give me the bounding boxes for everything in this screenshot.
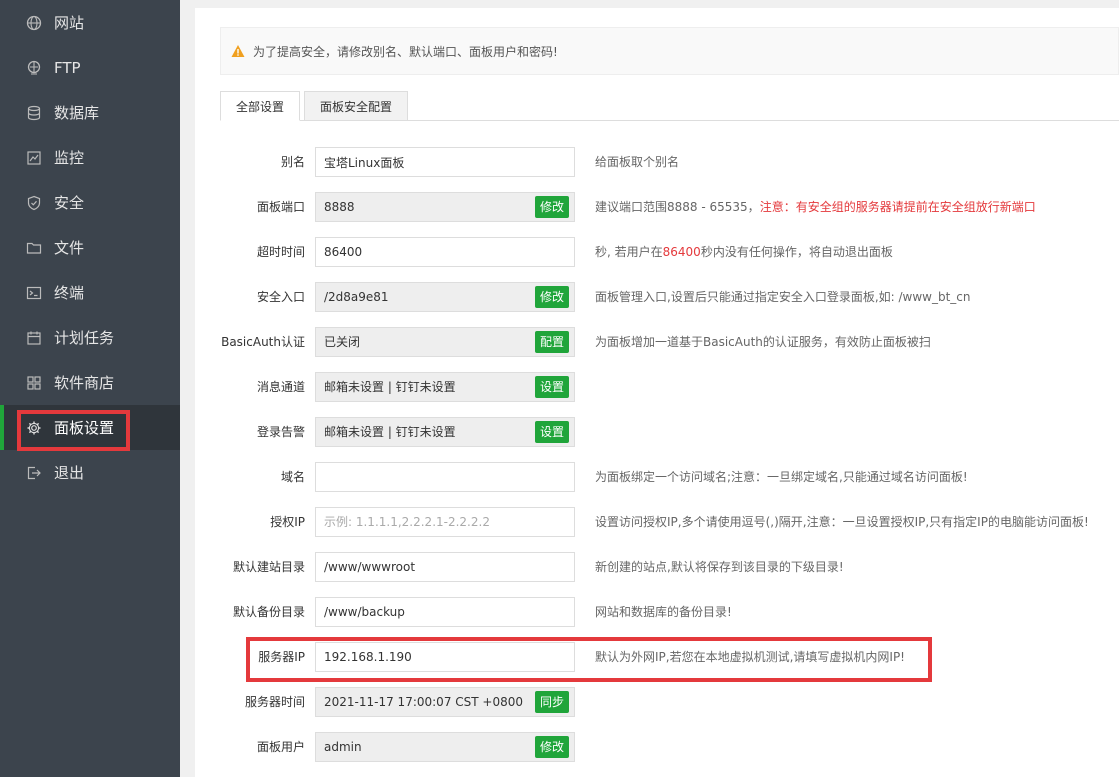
timeout-input[interactable] bbox=[315, 237, 575, 267]
authip-label: 授权IP bbox=[270, 515, 305, 529]
sidebar-item-terminal[interactable]: 终端 bbox=[0, 270, 180, 315]
row-port: 面板端口 8888 修改 建议端口范围8888 - 65535，注意：有安全组的… bbox=[195, 192, 1119, 222]
timeout-desc-value: 86400 bbox=[662, 245, 701, 259]
channel-label: 消息通道 bbox=[256, 380, 305, 394]
row-entry: 安全入口 /2d8a9e81 修改 面板管理入口,设置后只能通过指定安全入口登录… bbox=[195, 282, 1119, 312]
sidebar-item-files[interactable]: 文件 bbox=[0, 225, 180, 270]
site-dir-label: 默认建站目录 bbox=[232, 560, 305, 574]
database-icon bbox=[26, 105, 42, 121]
logout-icon bbox=[26, 465, 42, 481]
sidebar-item-store[interactable]: 软件商店 bbox=[0, 360, 180, 405]
row-alarm: 登录告警 邮箱未设置 | 钉钉未设置 设置 bbox=[195, 417, 1119, 447]
timeout-desc-pre: 秒, 若用户在 bbox=[595, 245, 663, 259]
server-time-sync-button[interactable]: 同步 bbox=[535, 691, 570, 713]
row-backup-dir: 默认备份目录 网站和数据库的备份目录! bbox=[195, 597, 1119, 627]
entry-label: 安全入口 bbox=[256, 290, 305, 304]
sidebar-item-panel-settings[interactable]: 面板设置 bbox=[0, 405, 180, 450]
sidebar-item-label: 退出 bbox=[54, 464, 85, 482]
sidebar-item-label: 终端 bbox=[54, 284, 85, 302]
gear-icon bbox=[26, 420, 42, 436]
sidebar-item-label: 网站 bbox=[54, 14, 85, 32]
ftp-icon bbox=[26, 60, 42, 76]
basicauth-desc: 为面板增加一道基于BasicAuth的认证服务，有效防止面板被扫 bbox=[595, 335, 931, 349]
sidebar-item-label: 数据库 bbox=[54, 104, 100, 122]
sidebar-item-website[interactable]: 网站 bbox=[0, 0, 180, 45]
authip-desc: 设置访问授权IP,多个请使用逗号(,)隔开,注意：一旦设置授权IP,只有指定IP… bbox=[595, 515, 1089, 529]
alarm-set-button[interactable]: 设置 bbox=[535, 421, 570, 443]
terminal-icon bbox=[26, 285, 42, 301]
domain-label: 域名 bbox=[280, 470, 305, 484]
shield-icon bbox=[26, 195, 42, 211]
warning-text: 为了提高安全，请修改别名、默认端口、面板用户和密码! bbox=[253, 44, 558, 59]
user-modify-button[interactable]: 修改 bbox=[535, 736, 570, 758]
row-server-time: 服务器时间 2021-11-17 17:00:07 CST +0800 同步 bbox=[195, 687, 1119, 717]
row-user: 面板用户 admin 修改 bbox=[195, 732, 1119, 762]
sidebar-item-label: 安全 bbox=[54, 194, 85, 212]
row-timeout: 超时时间 秒, 若用户在86400秒内没有任何操作，将自动退出面板 bbox=[195, 237, 1119, 267]
annotation-highlight-server-ip bbox=[246, 637, 932, 682]
backup-dir-input[interactable] bbox=[315, 597, 575, 627]
basicauth-config-button[interactable]: 配置 bbox=[535, 331, 570, 353]
timeout-desc-post: 秒内没有任何操作，将自动退出面板 bbox=[700, 245, 893, 259]
row-alias: 别名 给面板取个别名 bbox=[195, 147, 1119, 177]
sidebar-item-logout[interactable]: 退出 bbox=[0, 450, 180, 495]
backup-dir-label: 默认备份目录 bbox=[232, 605, 305, 619]
timeout-desc: 秒, 若用户在86400秒内没有任何操作，将自动退出面板 bbox=[595, 237, 893, 267]
sidebar-item-label: FTP bbox=[54, 58, 81, 77]
alias-desc: 给面板取个别名 bbox=[595, 155, 680, 169]
monitor-icon bbox=[26, 150, 42, 166]
warning-icon bbox=[231, 45, 245, 57]
port-modify-button[interactable]: 修改 bbox=[535, 196, 570, 218]
sidebar-item-monitor[interactable]: 监控 bbox=[0, 135, 180, 180]
security-warning: 为了提高安全，请修改别名、默认端口、面板用户和密码! bbox=[220, 27, 1119, 75]
server-time-label: 服务器时间 bbox=[244, 695, 305, 709]
alias-input[interactable] bbox=[315, 147, 575, 177]
site-dir-desc: 新创建的站点,默认将保存到该目录的下级目录! bbox=[595, 560, 844, 574]
sidebar-item-label: 面板设置 bbox=[54, 419, 115, 437]
backup-dir-desc: 网站和数据库的备份目录! bbox=[595, 605, 732, 619]
sidebar-item-label: 文件 bbox=[54, 239, 85, 257]
timeout-label: 超时时间 bbox=[256, 245, 305, 259]
entry-modify-button[interactable]: 修改 bbox=[535, 286, 570, 308]
sidebar-item-ftp[interactable]: FTP bbox=[0, 45, 180, 90]
user-label: 面板用户 bbox=[256, 740, 305, 754]
port-desc-text: 建议端口范围8888 - 65535， bbox=[595, 200, 760, 214]
tab-all-settings[interactable]: 全部设置 bbox=[220, 91, 301, 121]
domain-desc: 为面板绑定一个访问域名;注意：一旦绑定域名,只能通过域名访问面板! bbox=[595, 470, 968, 484]
sidebar-item-database[interactable]: 数据库 bbox=[0, 90, 180, 135]
port-label: 面板端口 bbox=[256, 200, 305, 214]
tab-label: 全部设置 bbox=[236, 99, 285, 114]
sidebar-item-label: 计划任务 bbox=[54, 329, 115, 347]
folder-icon bbox=[26, 240, 42, 256]
calendar-icon bbox=[26, 330, 42, 346]
alias-label: 别名 bbox=[280, 155, 305, 169]
row-authip: 授权IP 设置访问授权IP,多个请使用逗号(,)隔开,注意：一旦设置授权IP,只… bbox=[195, 507, 1119, 537]
row-site-dir: 默认建站目录 新创建的站点,默认将保存到该目录的下级目录! bbox=[195, 552, 1119, 582]
sidebar-item-label: 软件商店 bbox=[54, 374, 115, 392]
entry-desc: 面板管理入口,设置后只能通过指定安全入口登录面板,如: /www_bt_cn bbox=[595, 290, 971, 304]
grid-icon bbox=[26, 375, 42, 391]
tab-label: 面板安全配置 bbox=[320, 99, 393, 114]
basicauth-label: BasicAuth认证 bbox=[221, 335, 305, 349]
row-basicauth: BasicAuth认证 已关闭 配置 为面板增加一道基于BasicAuth的认证… bbox=[195, 327, 1119, 357]
channel-set-button[interactable]: 设置 bbox=[535, 376, 570, 398]
globe-icon bbox=[26, 15, 42, 31]
port-desc-warning: 注意：有安全组的服务器请提前在安全组放行新端口 bbox=[759, 200, 1036, 214]
site-dir-input[interactable] bbox=[315, 552, 575, 582]
sidebar-item-security[interactable]: 安全 bbox=[0, 180, 180, 225]
sidebar: 网站 FTP 数据库 监控 安全 文件 终端 计划任务 软件商店 面板设置 退出 bbox=[0, 0, 180, 777]
port-desc: 建议端口范围8888 - 65535，注意：有安全组的服务器请提前在安全组放行新… bbox=[595, 192, 1036, 222]
row-channel: 消息通道 邮箱未设置 | 钉钉未设置 设置 bbox=[195, 372, 1119, 402]
sidebar-item-label: 监控 bbox=[54, 149, 85, 167]
settings-tabs: 全部设置 面板安全配置 bbox=[220, 91, 1119, 121]
authip-input[interactable] bbox=[315, 507, 575, 537]
row-domain: 域名 为面板绑定一个访问域名;注意：一旦绑定域名,只能通过域名访问面板! bbox=[195, 462, 1119, 492]
domain-input[interactable] bbox=[315, 462, 575, 492]
alarm-label: 登录告警 bbox=[256, 425, 305, 439]
sidebar-item-cron[interactable]: 计划任务 bbox=[0, 315, 180, 360]
tab-security-config[interactable]: 面板安全配置 bbox=[304, 91, 409, 121]
